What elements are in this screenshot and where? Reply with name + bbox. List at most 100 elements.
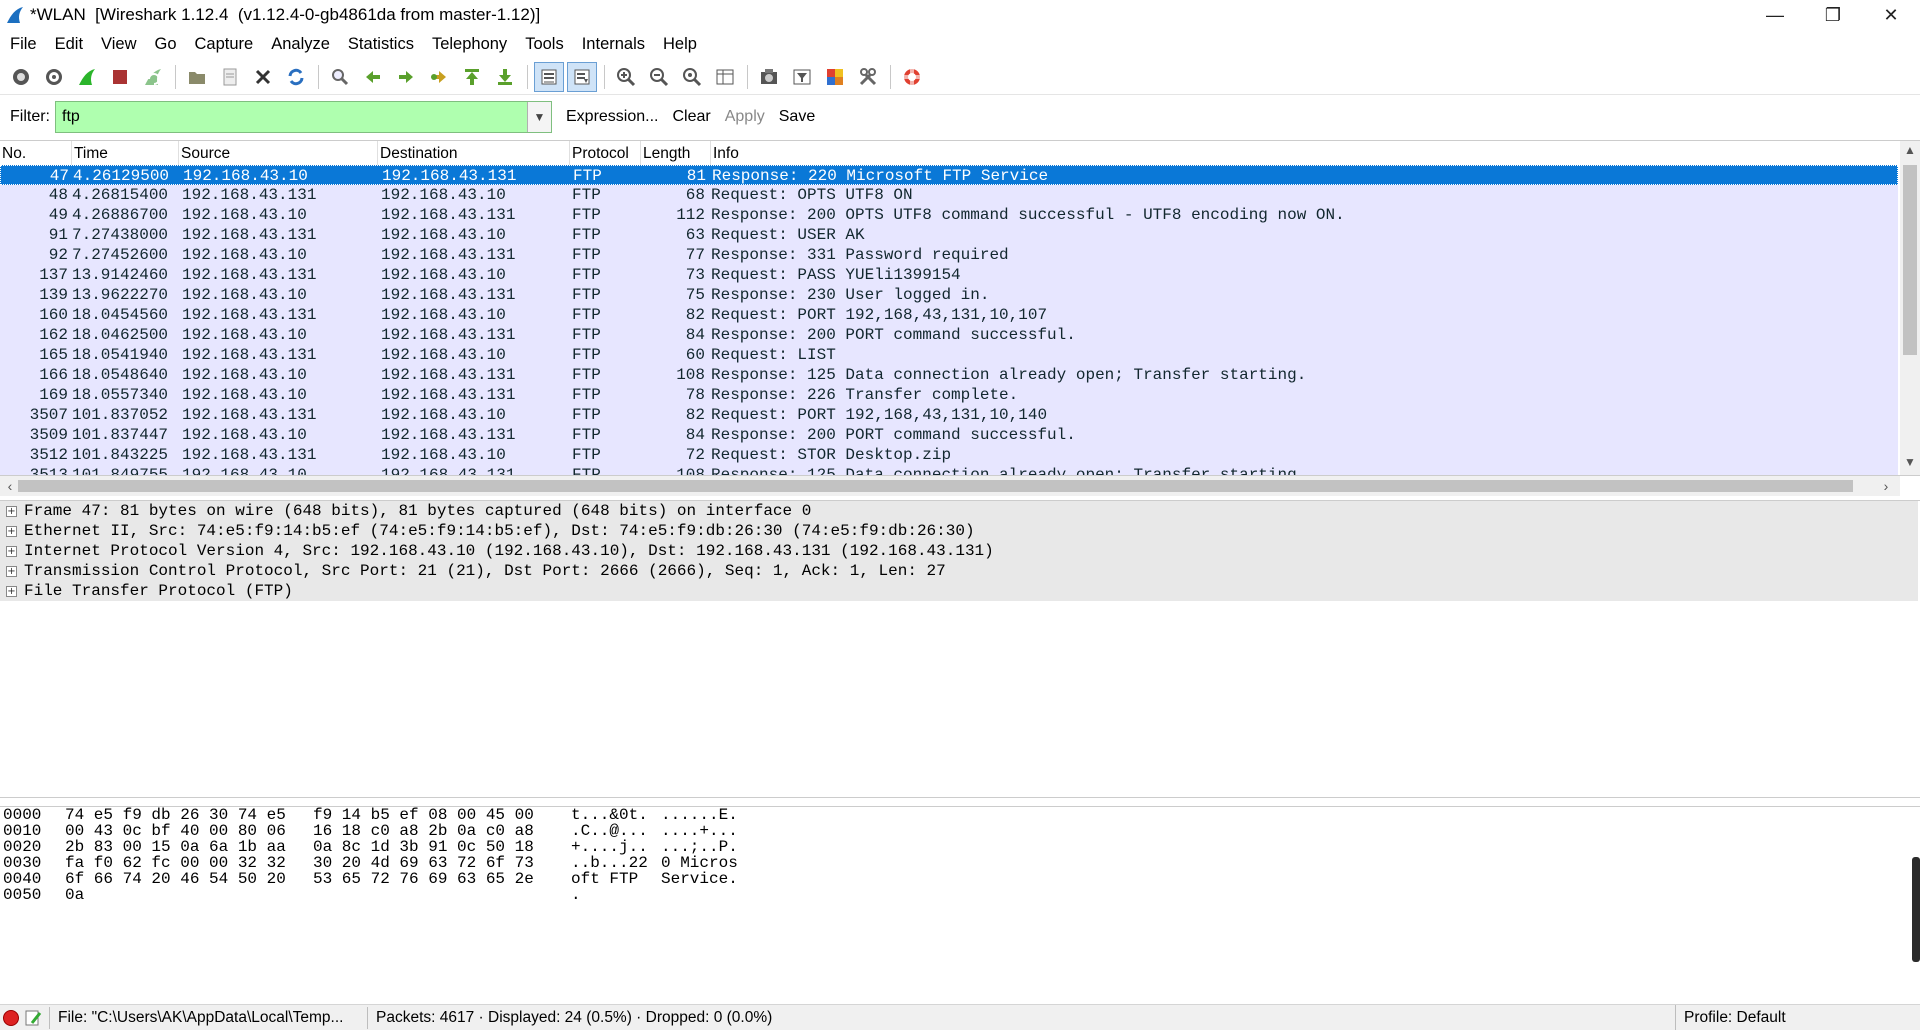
options-icon[interactable]: [39, 62, 69, 92]
colorize-icon[interactable]: [534, 62, 564, 92]
expand-icon[interactable]: +: [6, 525, 17, 537]
packet-row[interactable]: 165 18.0541940 192.168.43.131 192.168.43.10…: [0, 345, 1898, 365]
detail-tree-item[interactable]: + Transmission Control Protocol, Src Port…: [0, 561, 1918, 581]
coloring-rules-icon[interactable]: [820, 62, 850, 92]
bytes-row[interactable]: 0020 2b 83 00 15 0a 6a 1b aa 0a 8c 1d 3b 9…: [0, 839, 1920, 855]
menu-analyze[interactable]: Analyze: [264, 35, 337, 54]
packet-row[interactable]: 137 13.9142460 192.168.43.131 192.168.43.10…: [0, 265, 1898, 285]
menu-tools[interactable]: Tools: [518, 35, 571, 54]
preferences-icon[interactable]: [853, 62, 883, 92]
menu-telephony[interactable]: Telephony: [425, 35, 514, 54]
zoom-normal-icon[interactable]: [677, 62, 707, 92]
status-profile[interactable]: Profile: Default: [1675, 1004, 1920, 1030]
capture-comment-icon[interactable]: [23, 1009, 43, 1027]
zoom-out-icon[interactable]: [644, 62, 674, 92]
bytes-row[interactable]: 0030 fa f0 62 fc 00 00 32 32 30 20 4d 69 6…: [0, 855, 1920, 871]
display-filters-icon[interactable]: [787, 62, 817, 92]
status-file: File: "C:\Users\AK\AppData\Local\Temp...: [58, 1008, 344, 1026]
close-file-icon[interactable]: [248, 62, 278, 92]
scroll-thumb[interactable]: [18, 480, 1853, 492]
stop-capture-icon[interactable]: [105, 62, 135, 92]
resize-columns-icon[interactable]: [710, 62, 740, 92]
go-last-icon[interactable]: [490, 62, 520, 92]
apply-button[interactable]: Apply: [725, 108, 765, 126]
help-icon[interactable]: [897, 62, 927, 92]
detail-tree-item[interactable]: + Internet Protocol Version 4, Src: 192.1…: [0, 541, 1918, 561]
column-header-no[interactable]: No.: [0, 141, 72, 165]
restart-capture-icon[interactable]: [138, 62, 168, 92]
menu-capture[interactable]: Capture: [188, 35, 261, 54]
scroll-left-icon[interactable]: ‹: [0, 476, 20, 496]
go-first-icon[interactable]: [457, 62, 487, 92]
column-header-protocol[interactable]: Protocol: [570, 141, 641, 165]
packet-row[interactable]: 49 4.26886700 192.168.43.10 192.168.43.131 F…: [0, 205, 1898, 225]
column-header-time[interactable]: Time: [72, 141, 179, 165]
scroll-down-icon[interactable]: ▼: [1900, 455, 1920, 473]
start-capture-icon[interactable]: [72, 62, 102, 92]
scroll-thumb[interactable]: [1903, 165, 1917, 355]
packet-protocol: FTP: [572, 226, 601, 244]
packet-row[interactable]: 160 18.0454560 192.168.43.131 192.168.43.10…: [0, 305, 1898, 325]
packet-row[interactable]: 3507 101.837052 192.168.43.131 192.168.43.1…: [0, 405, 1898, 425]
detail-tree-item[interactable]: + Ethernet II, Src: 74:e5:f9:14:b5:ef (74…: [0, 521, 1918, 541]
clear-button[interactable]: Clear: [672, 108, 710, 126]
packet-row[interactable]: 139 13.9622270 192.168.43.10 192.168.43.131…: [0, 285, 1898, 305]
bytes-row[interactable]: 0010 00 43 0c bf 40 00 80 06 16 18 c0 a8 2…: [0, 823, 1920, 839]
packet-row[interactable]: 48 4.26815400 192.168.43.131 192.168.43.10 F…: [0, 185, 1898, 205]
column-header-info[interactable]: Info: [711, 141, 1900, 165]
packet-row[interactable]: 166 18.0548640 192.168.43.10 192.168.43.131…: [0, 365, 1898, 385]
minimize-button[interactable]: —: [1746, 0, 1804, 30]
menu-edit[interactable]: Edit: [48, 35, 90, 54]
bytes-row[interactable]: 0050 0a.: [0, 887, 1920, 903]
restore-button[interactable]: ❐: [1804, 0, 1862, 30]
menu-statistics[interactable]: Statistics: [341, 35, 421, 54]
column-header-destination[interactable]: Destination: [378, 141, 570, 165]
packet-row[interactable]: 47 4.26129500 192.168.43.10 192.168.43.131 F…: [0, 165, 1898, 185]
interfaces-icon[interactable]: [6, 62, 36, 92]
expand-icon[interactable]: +: [6, 545, 17, 557]
expression-button[interactable]: Expression...: [566, 108, 658, 126]
chevron-down-icon[interactable]: ▼: [527, 102, 551, 132]
packet-row[interactable]: 91 7.27438000 192.168.43.131 192.168.43.10 F…: [0, 225, 1898, 245]
packet-row[interactable]: 3512 101.843225 192.168.43.131 192.168.43.1…: [0, 445, 1898, 465]
packet-row[interactable]: 162 18.0462500 192.168.43.10 192.168.43.131…: [0, 325, 1898, 345]
menu-internals[interactable]: Internals: [575, 35, 652, 54]
expand-icon[interactable]: +: [6, 585, 17, 597]
filter-value[interactable]: ftp: [62, 108, 80, 126]
go-back-icon[interactable]: [358, 62, 388, 92]
packet-row[interactable]: 92 7.27452600 192.168.43.10 192.168.43.131 F…: [0, 245, 1898, 265]
packet-row[interactable]: 169 18.0557340 192.168.43.10 192.168.43.131…: [0, 385, 1898, 405]
packet-length: 108: [676, 366, 705, 384]
column-header-length[interactable]: Length: [641, 141, 711, 165]
column-header-source[interactable]: Source: [179, 141, 378, 165]
menu-view[interactable]: View: [94, 35, 143, 54]
packet-list-vscroll[interactable]: ▲ ▼: [1900, 141, 1920, 475]
reload-icon[interactable]: [281, 62, 311, 92]
bytes-row[interactable]: 0040 6f 66 74 20 46 54 50 20 53 65 72 76 6…: [0, 871, 1920, 887]
save-button[interactable]: Save: [779, 108, 815, 126]
go-to-packet-icon[interactable]: [424, 62, 454, 92]
expand-icon[interactable]: +: [6, 565, 17, 577]
zoom-in-icon[interactable]: [611, 62, 641, 92]
packet-row[interactable]: 3509 101.837447 192.168.43.10 192.168.43.13…: [0, 425, 1898, 445]
scroll-right-icon[interactable]: ›: [1876, 476, 1896, 496]
menu-file[interactable]: File: [3, 35, 44, 54]
detail-tree-item[interactable]: + Frame 47: 81 bytes on wire (648 bits), …: [0, 501, 1918, 521]
bytes-row[interactable]: 0000 74 e5 f9 db 26 30 74 e5 f9 14 b5 ef 0…: [0, 807, 1920, 823]
detail-tree-item[interactable]: + File Transfer Protocol (FTP): [0, 581, 1918, 601]
go-forward-icon[interactable]: [391, 62, 421, 92]
packet-list-hscroll[interactable]: ‹ ›: [0, 476, 1900, 496]
save-file-icon[interactable]: [215, 62, 245, 92]
capture-filters-icon[interactable]: [754, 62, 784, 92]
display-filter-input[interactable]: ftp ▼: [55, 101, 552, 133]
find-packet-icon[interactable]: [325, 62, 355, 92]
open-file-icon[interactable]: [182, 62, 212, 92]
menu-help[interactable]: Help: [656, 35, 704, 54]
autoscroll-icon[interactable]: [567, 62, 597, 92]
menu-go[interactable]: Go: [148, 35, 184, 54]
expert-info-icon[interactable]: [3, 1009, 19, 1026]
packet-row[interactable]: 3513 101.849755 192.168.43.10 192.168.43.13…: [0, 465, 1898, 475]
close-button[interactable]: ✕: [1862, 0, 1920, 30]
expand-icon[interactable]: +: [6, 505, 17, 517]
scroll-up-icon[interactable]: ▲: [1900, 143, 1920, 161]
